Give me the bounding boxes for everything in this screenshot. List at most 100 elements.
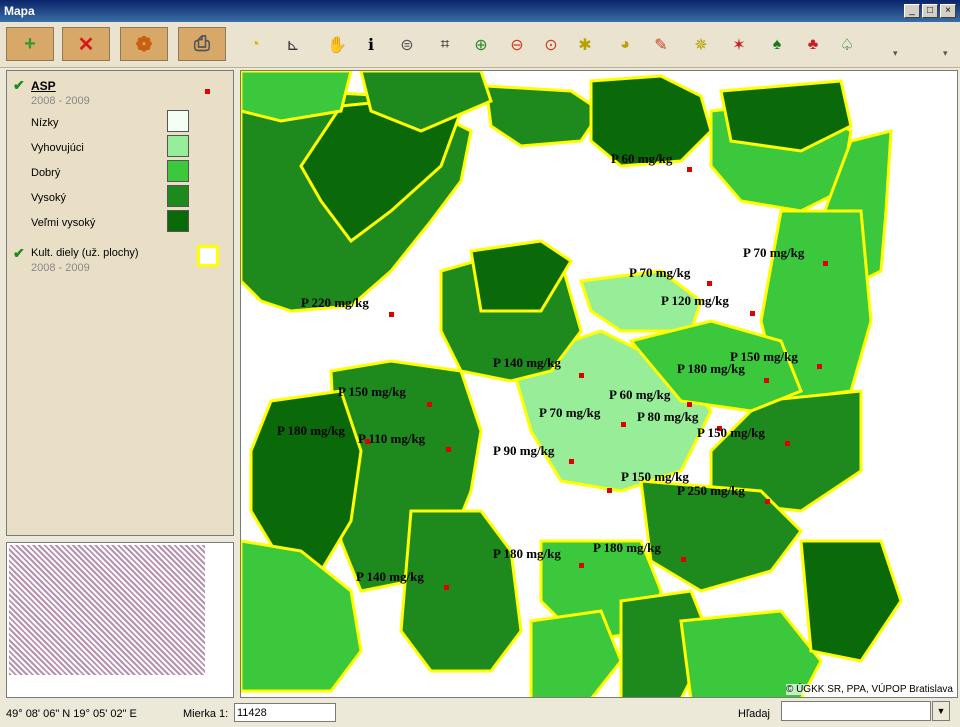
legend-class-label: Vysoký <box>31 192 67 204</box>
sample-point[interactable] <box>823 261 828 266</box>
legend-panel: ✔ ASP 2008 - 2009 Nízky Vyhovujúci Dobrý… <box>6 70 234 536</box>
layer-asp-name[interactable]: ASP <box>31 79 56 93</box>
parcel-polygon[interactable] <box>529 609 623 698</box>
sample-label: P 180 mg/kg <box>677 361 745 376</box>
print-icon: ⎙ <box>194 32 210 55</box>
scale-input[interactable] <box>234 703 336 722</box>
cursor-coordinates: 49° 08' 06" N 19° 05' 02" E <box>6 708 137 720</box>
sample-point[interactable] <box>579 563 584 568</box>
map-canvas[interactable]: P 60 mg/kg P 70 mg/kg P 70 mg/kg P 220 mg/k… <box>240 70 958 698</box>
legend-class-swatch <box>167 160 189 182</box>
label-feature-icon[interactable]: ◕ <box>612 32 638 58</box>
sample-point[interactable] <box>687 167 692 172</box>
sample-point[interactable] <box>446 447 451 452</box>
overview-extent <box>9 545 205 675</box>
close-button[interactable]: × <box>940 4 956 18</box>
layer-asp-check-icon[interactable]: ✔ <box>13 77 25 94</box>
parcel-polygon[interactable] <box>799 539 903 663</box>
layer-kult-name[interactable]: Kult. diely (už. plochy) <box>31 247 139 259</box>
parcel-polygon[interactable] <box>484 84 604 148</box>
parcel-polygon[interactable] <box>241 71 353 123</box>
sample-point[interactable] <box>607 488 612 493</box>
search-input[interactable] <box>781 701 931 721</box>
delete-button[interactable]: ✕ <box>62 27 110 61</box>
select-feature-icon[interactable]: ✱ <box>572 32 598 58</box>
window-controls: _ □ × <box>904 4 956 18</box>
layer-kult-years: 2008 - 2009 <box>31 262 90 274</box>
edit-feature-icon[interactable]: ✎ <box>648 32 674 58</box>
legend-class-swatch <box>167 135 189 157</box>
sample-point[interactable] <box>681 557 686 562</box>
sample-label: P 70 mg/kg <box>743 245 805 260</box>
deselect-icon[interactable]: ✶ <box>726 32 752 58</box>
search-dropdown-icon[interactable]: ▼ <box>932 701 950 721</box>
window-title: Mapa <box>4 4 35 18</box>
select-multi-icon[interactable]: ✵ <box>688 32 714 58</box>
sample-label: P 150 mg/kg <box>621 469 689 484</box>
info-icon[interactable]: ℹ <box>358 32 384 58</box>
sample-point[interactable] <box>764 378 769 383</box>
sample-point[interactable] <box>785 441 790 446</box>
status-bar: 49° 08' 06" N 19° 05' 02" E Mierka 1: Hľ… <box>0 700 960 727</box>
label-abc-icon[interactable]: ◔ <box>242 32 268 58</box>
search-label: Hľadaj <box>738 708 770 720</box>
forest-icon[interactable]: ♤ <box>834 32 860 58</box>
map-window: Mapa _ □ × + ✕ ❁ ⎙ ◔ ⊾ ✋ ℹ ⊜ ⌗ ⊕ ⊖ ⊙ ✱ ◕ ✎ ✵ ✶ ♠ ♣ ♤ ▾ ▾… <box>0 0 960 727</box>
add-button[interactable]: + <box>6 27 54 61</box>
asp-point-symbol <box>205 89 210 94</box>
map-svg[interactable]: P 60 mg/kg P 70 mg/kg P 70 mg/kg P 220 mg/k… <box>241 71 958 698</box>
sample-label: P 180 mg/kg <box>593 540 661 555</box>
tree-remove-icon[interactable]: ♣ <box>800 32 826 58</box>
sample-point[interactable] <box>765 499 770 504</box>
sample-point[interactable] <box>621 422 626 427</box>
legend-class-swatch <box>167 110 189 132</box>
sample-label: P 80 mg/kg <box>637 409 699 424</box>
sample-label: P 140 mg/kg <box>356 569 424 584</box>
legend-class-label: Veľmi vysoký <box>31 217 96 229</box>
layers-icon: ❁ <box>135 33 153 56</box>
legend-class-swatch <box>167 210 189 232</box>
zoom-in-icon[interactable]: ⊕ <box>468 32 494 58</box>
maximize-button[interactable]: □ <box>922 4 938 18</box>
boundary-symbol <box>197 245 219 267</box>
layer-kult-check-icon[interactable]: ✔ <box>13 245 25 262</box>
sample-point[interactable] <box>687 402 692 407</box>
layers-button[interactable]: ❁ <box>120 27 168 61</box>
layer-asp-years: 2008 - 2009 <box>31 95 90 107</box>
sample-label: P 150 mg/kg <box>338 384 406 399</box>
legend-class-swatch <box>167 185 189 207</box>
overview-map[interactable] <box>6 542 234 698</box>
title-bar: Mapa _ □ × <box>0 0 960 22</box>
sample-point[interactable] <box>389 312 394 317</box>
sample-point[interactable] <box>817 364 822 369</box>
sample-label: P 70 mg/kg <box>539 405 601 420</box>
sample-point[interactable] <box>427 402 432 407</box>
minimize-button[interactable]: _ <box>904 4 920 18</box>
scale-label: Mierka 1: <box>183 708 229 720</box>
legend-class-label: Dobrý <box>31 167 61 179</box>
measure-icon[interactable]: ⊾ <box>280 32 306 58</box>
sample-point[interactable] <box>569 459 574 464</box>
sample-point[interactable] <box>707 281 712 286</box>
sample-point[interactable] <box>750 311 755 316</box>
sample-point[interactable] <box>444 585 449 590</box>
pan-hand-icon[interactable]: ✋ <box>324 32 350 58</box>
parcel-polygon[interactable] <box>241 539 363 693</box>
sample-label: P 220 mg/kg <box>301 295 369 310</box>
zoom-extent-icon[interactable]: ⊙ <box>538 32 564 58</box>
parcel-polygon[interactable] <box>399 509 523 673</box>
toolbar-scroll-left-icon[interactable]: ▾ <box>893 48 903 62</box>
tree-icon[interactable]: ♠ <box>764 32 790 58</box>
stamp-icon[interactable]: ⊜ <box>394 32 420 58</box>
sample-point[interactable] <box>579 373 584 378</box>
zoom-out-icon[interactable]: ⊖ <box>504 32 530 58</box>
sample-label: P 110 mg/kg <box>358 431 426 446</box>
sample-label: P 60 mg/kg <box>611 151 673 166</box>
select-rect-icon[interactable]: ⌗ <box>432 32 458 58</box>
add-icon: + <box>24 32 36 55</box>
sample-label: P 250 mg/kg <box>677 483 745 498</box>
print-button[interactable]: ⎙ <box>178 27 226 61</box>
sample-label: P 180 mg/kg <box>277 423 345 438</box>
legend-class-label: Nízky <box>31 117 59 129</box>
toolbar-scroll-right-icon[interactable]: ▾ <box>943 48 953 62</box>
